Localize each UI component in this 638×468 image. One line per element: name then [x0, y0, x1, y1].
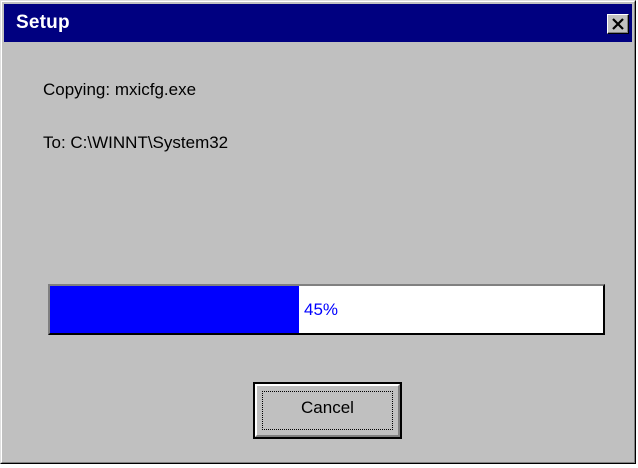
destination-label: To: C:\WINNT\System32 — [43, 133, 229, 152]
window-title: Setup — [16, 12, 70, 33]
progress-percent-label: 45% — [304, 300, 339, 319]
close-icon — [612, 18, 624, 30]
title-bar[interactable]: Setup — [4, 4, 632, 42]
progress-bar: 45% — [48, 284, 605, 335]
copying-file-label: Copying: mxicfg.exe — [43, 80, 197, 99]
progress-fill — [50, 286, 299, 333]
cancel-button[interactable]: Cancel — [253, 382, 402, 439]
close-button[interactable] — [607, 14, 629, 34]
cancel-button-label: Cancel — [301, 398, 354, 417]
setup-dialog: Setup Copying: mxicfg.exe To: C:\WINNT\S… — [0, 0, 636, 464]
